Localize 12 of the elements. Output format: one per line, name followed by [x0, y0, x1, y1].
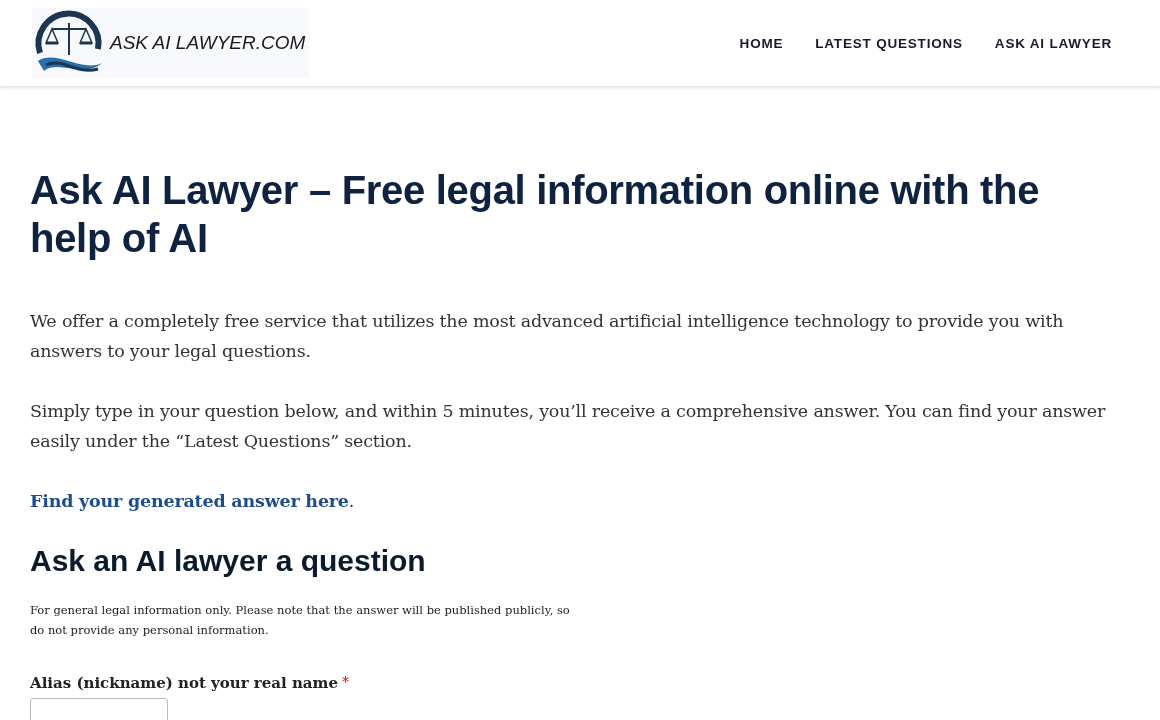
intro-paragraph: We offer a completely free service that utilizes the most advanced artificial intelligence technology to provide you with answers to your legal questions.	[30, 310, 1065, 363]
page-title: Ask AI Lawyer – Free legal information online with the help of AI	[30, 167, 1041, 262]
required-mark: *	[341, 674, 349, 692]
nav-link[interactable]: ASK AI LAWYER	[994, 35, 1112, 51]
form-heading: Ask an AI lawyer a question	[30, 544, 427, 578]
answer-link-paragraph: Find your generated answer here.	[30, 490, 356, 513]
intro-paragraph: Simply type in your question below, and within 5 minutes, you’ll receive a comprehensive answer. You can find your answer easily under the “Latest Questions” section.	[30, 400, 1107, 453]
nav-link[interactable]: LATEST QUESTIONS	[815, 35, 963, 51]
field-label: Alias (nickname) not your real name	[30, 674, 338, 692]
nav-link[interactable]: HOME	[739, 35, 784, 51]
answer-link[interactable]: Find your generated answer here	[30, 491, 349, 511]
form-note: For general legal information only. Please note that the answer will be published publicly, so do not provide any personal information.	[30, 602, 570, 639]
